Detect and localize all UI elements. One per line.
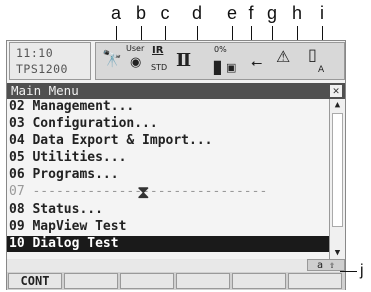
softkey-f2[interactable] (64, 273, 118, 289)
menu-item-mapview-test[interactable]: 09 MapView Test (7, 219, 329, 235)
menu-title-bar: Main Menu ✕ (7, 83, 345, 99)
instrument-name: TPS1200 (16, 62, 68, 76)
callout-line-j (340, 271, 357, 272)
menu-item-data-export-import[interactable]: 04 Data Export & Import... (7, 133, 329, 149)
close-icon[interactable]: ✕ (330, 85, 342, 97)
scroll-up-arrow-icon[interactable]: ▲ (330, 99, 345, 111)
menu-item-status[interactable]: 08 Status... (7, 202, 329, 218)
callout-a: a (110, 3, 121, 23)
warning-icon[interactable]: ⚠ (276, 47, 290, 66)
callout-d: d (191, 3, 202, 23)
instrument-screen: 11:10 TPS1200 🔭 User ◉ IR STD Ⅱ 0% ▊ ▣ ⭠… (6, 40, 346, 290)
callout-j: j (360, 262, 364, 279)
input-mode-indicator: a ⇧ (307, 259, 345, 271)
menu-item-programs[interactable]: 06 Programs... (7, 167, 329, 183)
softkey-f5[interactable] (232, 273, 286, 289)
level-icon[interactable]: ⭠ (251, 55, 262, 71)
callout-e: e (226, 3, 237, 23)
sd-card-icon[interactable]: ▣ (226, 61, 236, 74)
callout-labels: a b c d e f g h i (0, 0, 371, 44)
binoculars-icon[interactable]: 🔭 (102, 49, 122, 68)
time-panel: 11:10 TPS1200 (9, 42, 91, 80)
menu-separator: 07 ------------------------------ (9, 184, 268, 199)
menu-item-utilities[interactable]: 05 Utilities... (7, 150, 329, 166)
ir-icon[interactable]: IR (152, 45, 163, 56)
scroll-thumb[interactable] (332, 113, 343, 227)
scrollbar[interactable]: ▲ ▼ (329, 99, 345, 259)
callout-f: f (248, 3, 254, 23)
softkey-f3[interactable] (120, 273, 174, 289)
menu-list: 02 Management... 03 Configuration... 04 … (7, 99, 329, 259)
prism-icon[interactable]: Ⅱ (176, 50, 191, 71)
callout-i: i (320, 3, 324, 23)
clock: 11:10 (16, 46, 54, 60)
softkey-f6[interactable] (288, 273, 342, 289)
menu-item-configuration[interactable]: 03 Configuration... (7, 116, 329, 132)
battery-icon[interactable]: ▊ (214, 61, 223, 75)
memory-label: A (318, 65, 325, 75)
menu-item-management[interactable]: 02 Management... (7, 99, 329, 115)
scroll-down-arrow-icon[interactable]: ▼ (330, 247, 345, 259)
menu-item-dialog-test[interactable]: 10 Dialog Test (7, 236, 329, 252)
callout-g: g (266, 3, 277, 23)
battery-label: 0% (214, 45, 227, 54)
softkey-bar: CONT (7, 272, 345, 290)
user-icon[interactable]: ◉ (130, 55, 141, 70)
callout-h: h (291, 3, 302, 23)
menu-title: Main Menu (11, 83, 79, 98)
softkey-f4[interactable] (176, 273, 230, 289)
user-icon-label: User (126, 44, 145, 53)
ir-std-label: STD (151, 63, 168, 72)
softkey-cont[interactable]: CONT (8, 273, 62, 289)
callout-b: b (135, 3, 146, 23)
callout-c: c (160, 3, 170, 23)
status-bar: 11:10 TPS1200 🔭 User ◉ IR STD Ⅱ 0% ▊ ▣ ⭠… (7, 41, 345, 83)
hourglass-icon: ⧗ (137, 182, 150, 203)
memory-icon[interactable]: ▯ (308, 45, 317, 64)
status-icons-panel: 🔭 User ◉ IR STD Ⅱ 0% ▊ ▣ ⭠ ⚠ ▯ A (95, 42, 345, 80)
